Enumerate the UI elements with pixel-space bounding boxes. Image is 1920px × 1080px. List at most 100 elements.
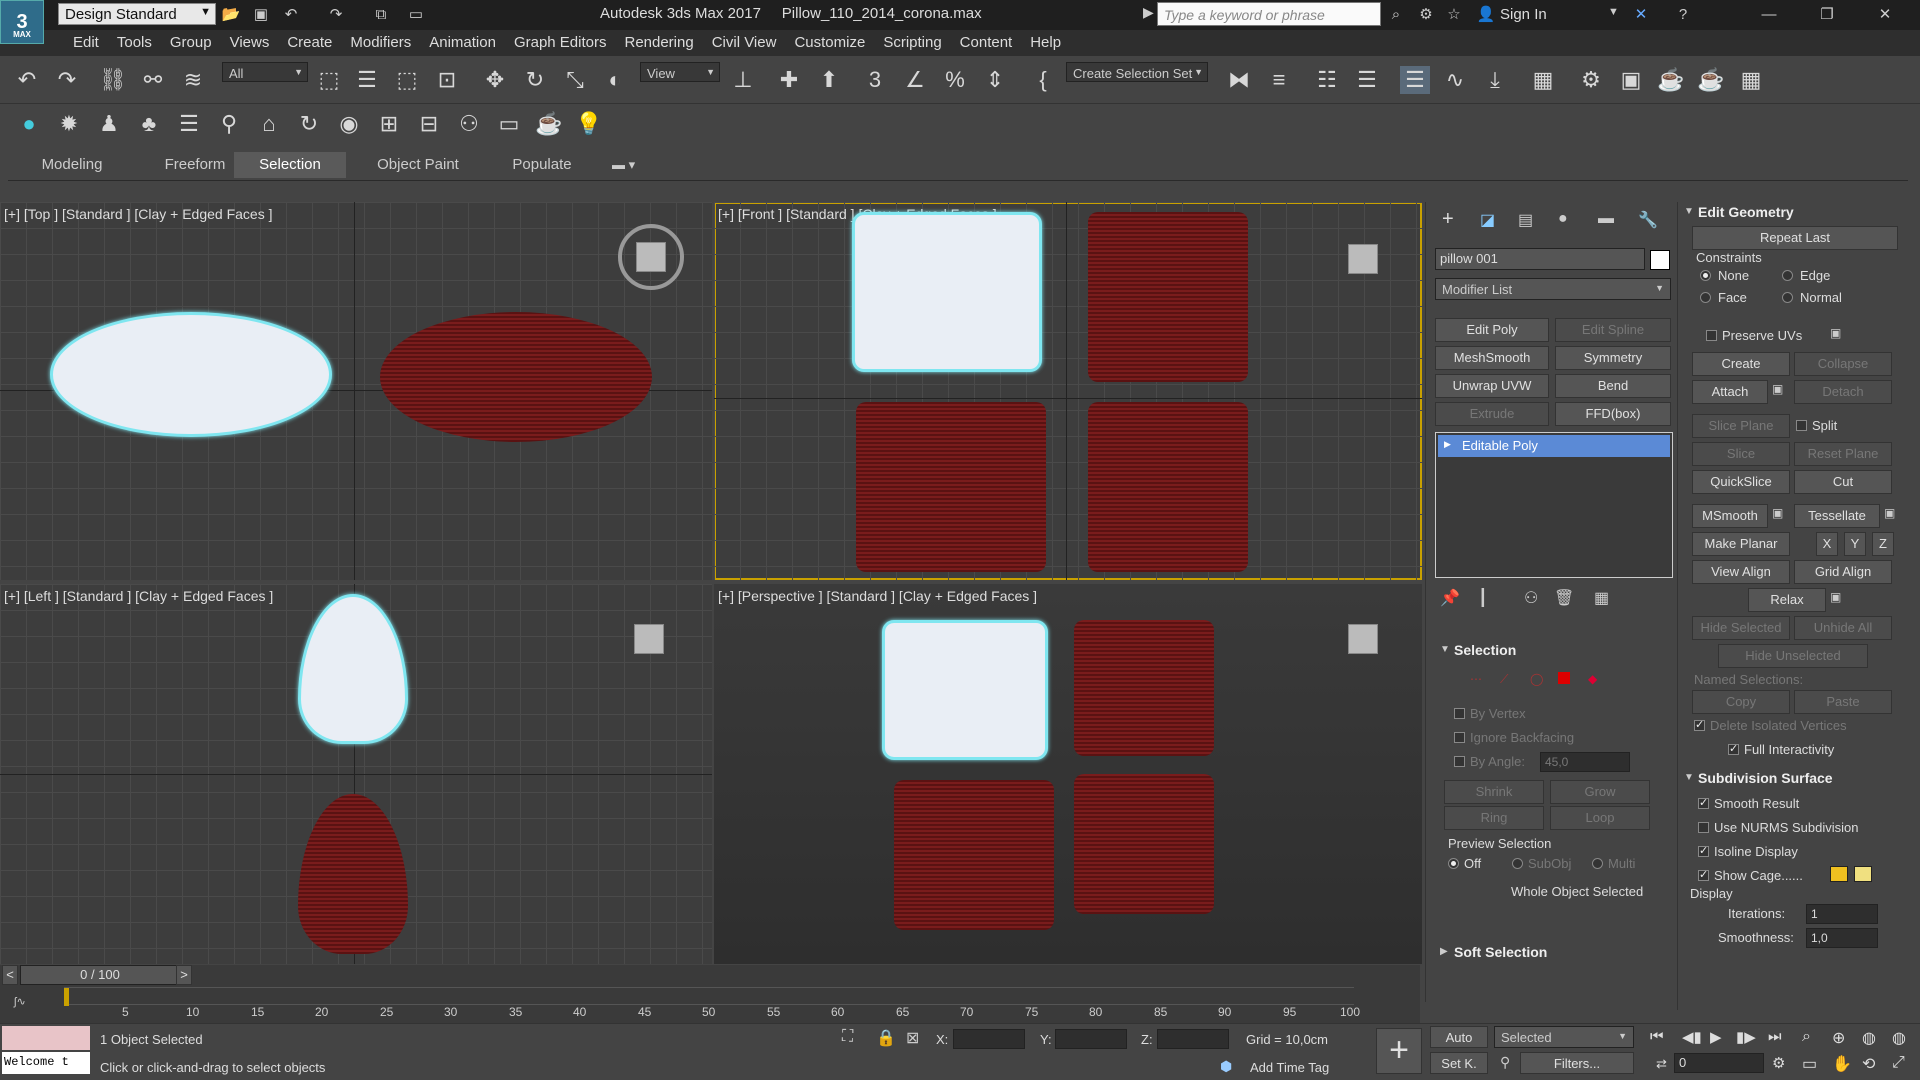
spinner-snap-icon[interactable]: ⇕ bbox=[980, 66, 1010, 94]
collapse-arrow-icon[interactable]: ▼ bbox=[1440, 644, 1450, 655]
selected-pillow-front[interactable] bbox=[852, 212, 1042, 372]
collapse-arrow-icon[interactable]: ▼ bbox=[1684, 772, 1694, 783]
redo-icon[interactable]: ↷ bbox=[52, 66, 82, 94]
maximize-viewport-icon[interactable]: ⤢ bbox=[1892, 1054, 1905, 1072]
key-mode-icon[interactable]: ⚲ bbox=[1500, 1054, 1510, 1071]
viewport-label-perspective[interactable]: [+] [Perspective ] [Standard ] [Clay + E… bbox=[718, 588, 1037, 604]
preserve-uvs-settings-icon[interactable]: ▣ bbox=[1830, 326, 1841, 340]
placement-icon[interactable]: ◐ bbox=[600, 66, 630, 94]
shrink-button[interactable]: Shrink bbox=[1444, 780, 1544, 804]
zoom-icon[interactable]: ⌕ bbox=[1802, 1028, 1811, 1046]
viewport-left[interactable]: [+] [Left ] [Standard ] [Clay + Edged Fa… bbox=[0, 584, 712, 964]
by-angle-field[interactable]: 45,0 bbox=[1540, 752, 1630, 772]
configure-sets-icon[interactable]: ▦ bbox=[1594, 588, 1609, 608]
sphere-icon[interactable]: ◉ bbox=[334, 110, 364, 138]
planar-z-button[interactable]: Z bbox=[1872, 532, 1894, 556]
expand-icon[interactable]: ▶ bbox=[1143, 4, 1154, 21]
preserve-uvs-checkbox[interactable] bbox=[1706, 330, 1717, 341]
quickslice-button[interactable]: QuickSlice bbox=[1692, 470, 1790, 494]
camera-icon[interactable]: ⊟ bbox=[414, 110, 444, 138]
detach-button[interactable]: Detach bbox=[1794, 380, 1892, 404]
set-key-big-button[interactable]: + bbox=[1376, 1028, 1422, 1074]
collapse-button[interactable]: Collapse bbox=[1794, 352, 1892, 376]
full-interactivity-checkbox[interactable] bbox=[1728, 742, 1739, 755]
frame-icon[interactable]: ⊞ bbox=[374, 110, 404, 138]
soft-selection-header[interactable]: Soft Selection bbox=[1454, 944, 1547, 960]
tessellate-settings-icon[interactable]: ▣ bbox=[1884, 506, 1895, 520]
smoothness-spinner[interactable]: 1,0 bbox=[1806, 928, 1878, 948]
save-icon[interactable]: ▣ bbox=[250, 4, 272, 26]
field-of-view-icon[interactable]: ▭ bbox=[1802, 1054, 1817, 1074]
extrude-button[interactable]: Extrude bbox=[1435, 402, 1549, 426]
pillow-front-4[interactable] bbox=[1088, 402, 1248, 572]
object-name-field[interactable]: pillow 001 bbox=[1435, 248, 1645, 270]
grid-align-button[interactable]: Grid Align bbox=[1794, 560, 1892, 584]
curve-editor-icon[interactable]: ∿ bbox=[1440, 66, 1470, 94]
viewcube-perspective[interactable] bbox=[1348, 624, 1378, 654]
use-nurms-checkbox[interactable] bbox=[1698, 822, 1709, 833]
render-iterative-icon[interactable]: ☕ bbox=[1696, 66, 1726, 94]
maxscript-mini-listener[interactable] bbox=[2, 1026, 90, 1050]
viewcube-front[interactable] bbox=[1348, 244, 1378, 274]
add-time-tag-label[interactable]: Add Time Tag bbox=[1250, 1060, 1329, 1075]
sun-icon[interactable]: ✹ bbox=[54, 110, 84, 138]
selection-set-dropdown[interactable]: Create Selection Set ▼ bbox=[1066, 62, 1208, 82]
object-color-swatch[interactable] bbox=[1650, 250, 1670, 270]
binoculars-icon[interactable]: ⌕ bbox=[1385, 4, 1407, 26]
create-tab-icon[interactable]: + bbox=[1442, 208, 1454, 231]
rendered-frame-icon[interactable]: ▣ bbox=[1616, 66, 1646, 94]
link-icon[interactable]: ⛓ bbox=[98, 66, 128, 94]
edit-poly-button[interactable]: Edit Poly bbox=[1435, 318, 1549, 342]
maximize-icon[interactable]: ❐ bbox=[1816, 4, 1838, 26]
bulb-icon[interactable]: 💡 bbox=[574, 110, 604, 138]
selection-filter-dropdown[interactable]: All ▼ bbox=[222, 62, 308, 82]
preview-multi-radio[interactable] bbox=[1592, 858, 1603, 869]
menu-create[interactable]: Create bbox=[278, 30, 341, 56]
unhide-all-button[interactable]: Unhide All bbox=[1794, 616, 1892, 640]
pillow-front-3[interactable] bbox=[856, 402, 1046, 572]
attach-settings-icon[interactable]: ▣ bbox=[1772, 382, 1783, 396]
move-icon[interactable]: ✥ bbox=[480, 66, 510, 94]
modifier-list-dropdown[interactable]: Modifier List ▼ bbox=[1435, 278, 1671, 300]
window-crossing-icon[interactable]: ⊡ bbox=[432, 66, 462, 94]
time-tag-icon[interactable]: ⬢ bbox=[1220, 1058, 1232, 1075]
edit-geometry-header[interactable]: Edit Geometry bbox=[1698, 204, 1794, 220]
select-manipulate-icon[interactable]: ✚ bbox=[774, 66, 804, 94]
constraint-edge-radio[interactable] bbox=[1782, 270, 1793, 281]
pin-stack-icon[interactable]: 📌 bbox=[1440, 588, 1460, 608]
zoom-extents-icon[interactable]: ◍ bbox=[1862, 1028, 1876, 1048]
ribbon-toggle-icon[interactable]: ☰ bbox=[1400, 66, 1430, 94]
pillow-perspective-4[interactable] bbox=[1074, 774, 1214, 914]
constraint-none-radio[interactable] bbox=[1700, 270, 1711, 281]
constraint-normal-radio[interactable] bbox=[1782, 292, 1793, 303]
grow-button[interactable]: Grow bbox=[1550, 780, 1650, 804]
percent-snap-icon[interactable]: % bbox=[940, 66, 970, 94]
planar-y-button[interactable]: Y bbox=[1844, 532, 1866, 556]
figure-icon[interactable]: ⚲ bbox=[214, 110, 244, 138]
minimize-icon[interactable]: — bbox=[1758, 4, 1780, 26]
render-setup-icon[interactable]: ⚙ bbox=[1576, 66, 1606, 94]
trees-icon[interactable]: ♣ bbox=[134, 110, 164, 138]
viewport-label-left[interactable]: [+] [Left ] [Standard ] [Clay + Edged Fa… bbox=[4, 588, 273, 604]
menu-edit[interactable]: Edit bbox=[64, 30, 108, 56]
rotate-icon[interactable]: ↻ bbox=[520, 66, 550, 94]
expand-arrow-icon[interactable]: ▶ bbox=[1440, 946, 1448, 957]
menu-modifiers[interactable]: Modifiers bbox=[341, 30, 420, 56]
repeat-last-button[interactable]: Repeat Last bbox=[1692, 226, 1898, 250]
viewport-perspective[interactable]: [+] [Perspective ] [Standard ] [Clay + E… bbox=[714, 584, 1422, 964]
tab-selection[interactable]: Selection bbox=[234, 152, 346, 178]
display-tab-icon[interactable]: ▬ bbox=[1598, 210, 1614, 228]
pillow-perspective-2[interactable] bbox=[1074, 620, 1214, 756]
zoom-all-icon[interactable]: ⊕ bbox=[1832, 1028, 1845, 1048]
schematic-view-icon[interactable]: ⤓ bbox=[1480, 66, 1510, 94]
motion-tab-icon[interactable]: ● bbox=[1558, 210, 1568, 228]
time-config-icon[interactable]: ⚙ bbox=[1772, 1054, 1785, 1072]
stack-item-editable-poly[interactable]: Editable Poly bbox=[1438, 435, 1670, 457]
collapse-arrow-icon[interactable]: ▼ bbox=[1684, 206, 1694, 217]
menu-content[interactable]: Content bbox=[951, 30, 1022, 56]
constraint-face-radio[interactable] bbox=[1700, 292, 1711, 303]
menu-rendering[interactable]: Rendering bbox=[615, 30, 702, 56]
edit-spline-button[interactable]: Edit Spline bbox=[1555, 318, 1671, 342]
split-checkbox[interactable] bbox=[1796, 420, 1807, 431]
group-icon[interactable]: ⚇ bbox=[454, 110, 484, 138]
